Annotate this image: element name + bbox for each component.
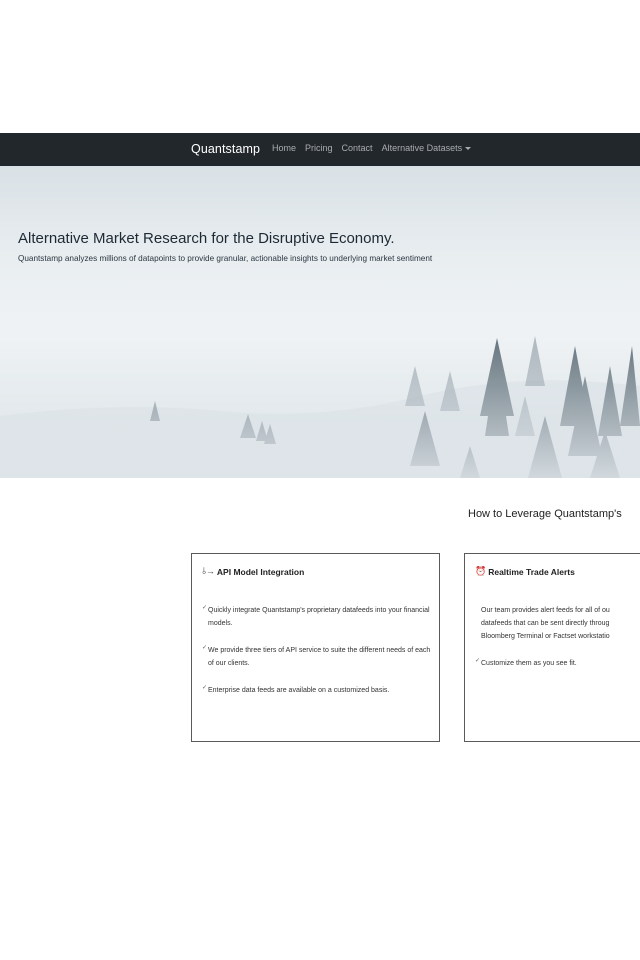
- brand-logo-text[interactable]: Quantstamp: [191, 142, 260, 156]
- card-title-text: API Model Integration: [216, 566, 305, 577]
- check-icon: ✓: [475, 658, 481, 664]
- caret-down-icon: [465, 147, 472, 151]
- list-item: ✓ We provide three tiers of API service t…: [202, 644, 434, 670]
- card-feature-list: Our team provides alert feeds for all of…: [475, 604, 640, 684]
- alarm-clock-icon: ⏰: [475, 566, 487, 576]
- list-item: datafeeds that can be sent directly thro…: [481, 620, 610, 627]
- hero-title: Alternative Market Research for the Disr…: [18, 230, 395, 247]
- navbar: Quantstamp Home Pricing Contact Alternat…: [0, 133, 640, 166]
- check-icon: ✓: [202, 645, 208, 651]
- nav-link-contact[interactable]: Contact: [342, 143, 373, 153]
- nav-link-pricing[interactable]: Pricing: [305, 143, 333, 153]
- nav-dropdown-alternative-datasets[interactable]: Alternative Datasets: [382, 143, 472, 153]
- list-item: ✓ Enterprise data feeds are available on …: [202, 684, 434, 697]
- card-title: ⫰→ API Model Integration: [202, 566, 304, 577]
- card-api-model-integration: ⫰→ API Model Integration ✓ Quickly integr…: [191, 553, 440, 742]
- list-item: ✓ Quickly integrate Quantstamp's propriet…: [202, 604, 434, 630]
- section-heading: How to Leverage Quantstamp's: [468, 508, 622, 520]
- list-item: Our team provides alert feeds for all of…: [481, 607, 610, 614]
- card-realtime-trade-alerts: ⏰ Realtime Trade Alerts Our team provide…: [464, 553, 640, 742]
- nav-dropdown-label: Alternative Datasets: [381, 143, 463, 153]
- check-icon: ✓: [202, 685, 208, 691]
- hero-banner: Alternative Market Research for the Disr…: [0, 166, 640, 478]
- nav-links: Home Pricing Contact Alternative Dataset…: [272, 143, 472, 153]
- card-feature-list: ✓ Quickly integrate Quantstamp's propriet…: [202, 604, 434, 711]
- card-title-text: Realtime Trade Alerts: [488, 566, 575, 577]
- check-icon: ✓: [202, 605, 208, 611]
- hero-subtitle: Quantstamp analyzes millions of datapoin…: [18, 254, 433, 263]
- foggy-forest-image: [0, 316, 640, 478]
- list-item: Bloomberg Terminal or Factset workstatio: [481, 633, 610, 640]
- card-title: ⏰ Realtime Trade Alerts: [475, 566, 575, 577]
- api-icon: ⫰→: [202, 566, 215, 576]
- nav-link-home[interactable]: Home: [272, 143, 296, 153]
- list-item: ✓ Customize them as you see fit.: [475, 657, 640, 670]
